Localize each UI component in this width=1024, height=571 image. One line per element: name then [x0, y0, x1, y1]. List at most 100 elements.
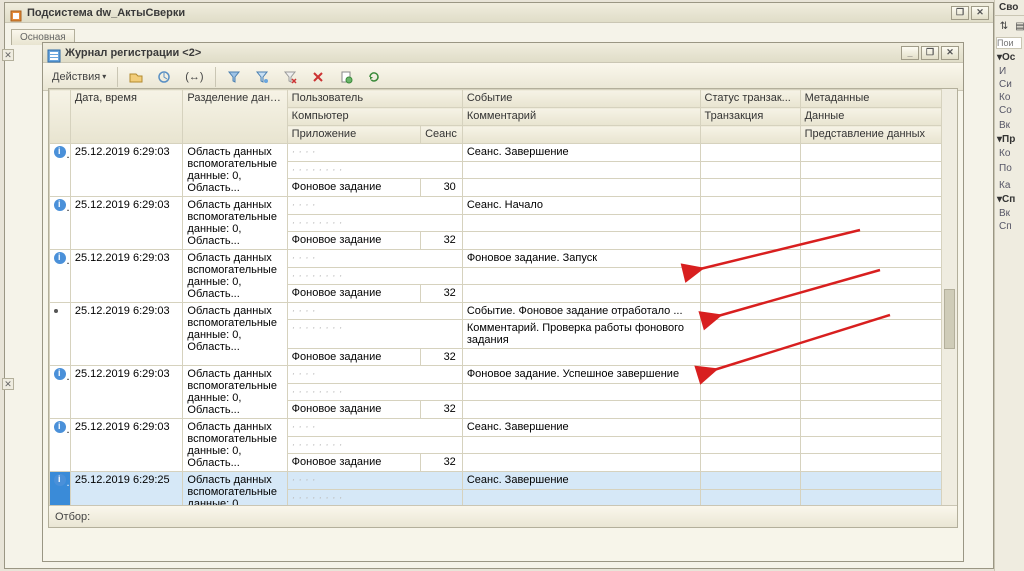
outer-close-button[interactable]: ✕: [971, 6, 989, 20]
log-restore-button[interactable]: ❐: [921, 46, 939, 60]
col-user[interactable]: Пользователь: [287, 90, 462, 108]
col-comment[interactable]: Комментарий: [462, 108, 700, 126]
col-session[interactable]: Сеанс: [421, 126, 463, 144]
toolbar-separator: [215, 67, 216, 87]
props-item[interactable]: Ка: [995, 179, 1024, 192]
cell-tx: [700, 383, 800, 401]
cell-metadata: [800, 472, 956, 490]
info-icon: [54, 474, 66, 486]
props-sort-icon[interactable]: ⇅: [997, 18, 1011, 34]
cell-comment: [462, 489, 700, 505]
cell-tx: [700, 267, 800, 285]
props-item[interactable]: Ко: [995, 91, 1024, 104]
cell-metadata: [800, 250, 956, 268]
filter-by-value-icon[interactable]: [250, 66, 274, 88]
col-partition[interactable]: Разделение данных сеанса: [183, 90, 287, 144]
props-item[interactable]: И: [995, 65, 1024, 78]
table-row[interactable]: 25.12.2019 6:29:03Область данных вспомог…: [50, 366, 957, 384]
props-filter-icon[interactable]: ▤: [1013, 18, 1024, 34]
table-row[interactable]: 25.12.2019 6:29:03Область данных вспомог…: [50, 144, 957, 162]
col-datetime[interactable]: Дата, время: [70, 90, 183, 144]
props-item[interactable]: Си: [995, 78, 1024, 91]
cell-empty: [462, 232, 700, 250]
table-row[interactable]: 25.12.2019 6:29:03Область данных вспомог…: [50, 197, 957, 215]
cell-datetime: 25.12.2019 6:29:03: [70, 250, 183, 303]
cell-dataview: [800, 401, 956, 419]
cell-user: · · · ·: [287, 419, 462, 437]
props-search-input[interactable]: [996, 37, 1022, 49]
cell-dataview: [800, 285, 956, 303]
cell-data: [800, 383, 956, 401]
vertical-scrollbar[interactable]: [941, 89, 957, 505]
cell-partition: Область данных вспомогательные данные: 0…: [183, 197, 287, 250]
table-row[interactable]: 25.12.2019 6:29:03Область данных вспомог…: [50, 250, 957, 268]
props-item[interactable]: Сп: [995, 220, 1024, 233]
props-group-header[interactable]: ▾Ос: [995, 50, 1024, 65]
log-grid[interactable]: Дата, время Разделение данных сеанса Пол…: [49, 89, 957, 505]
left-pane-close-1[interactable]: ✕: [2, 49, 14, 61]
cell-partition: Область данных вспомогательные данные: 0…: [183, 472, 287, 506]
cell-user: · · · ·: [287, 366, 462, 384]
filter-icon[interactable]: [222, 66, 246, 88]
cell-comment: [462, 383, 700, 401]
outer-restore-button[interactable]: ❐: [951, 6, 969, 20]
col-application[interactable]: Приложение: [287, 126, 420, 144]
props-item[interactable]: Со: [995, 104, 1024, 117]
props-item[interactable]: По: [995, 162, 1024, 175]
log-toolbar: Действия▾ (↔): [43, 63, 963, 91]
cell-session: 32: [421, 454, 463, 472]
refresh-icon[interactable]: [362, 66, 386, 88]
cell-txstatus: [700, 250, 800, 268]
left-pane-close-2[interactable]: ✕: [2, 378, 14, 390]
cell-datetime: 25.12.2019 6:29:03: [70, 197, 183, 250]
cell-empty: [700, 401, 800, 419]
properties-title: Сво: [995, 0, 1024, 15]
cell-application: Фоновое задание: [287, 401, 420, 419]
cell-data: [800, 267, 956, 285]
col-metadata[interactable]: Метаданные: [800, 90, 956, 108]
col-computer[interactable]: Компьютер: [287, 108, 462, 126]
cell-event: Фоновое задание. Запуск: [462, 250, 700, 268]
props-group-header[interactable]: ▾Пр: [995, 132, 1024, 147]
cell-user: · · · ·: [287, 197, 462, 215]
col-tx[interactable]: Транзакция: [700, 108, 800, 126]
props-item[interactable]: Ко: [995, 147, 1024, 160]
cell-tx: [700, 320, 800, 349]
filter-status-row: Отбор:: [49, 505, 957, 527]
refresh-interval-icon[interactable]: [152, 66, 176, 88]
cell-event: Сеанс. Завершение: [462, 472, 700, 490]
info-icon: [54, 368, 66, 380]
table-row[interactable]: 25.12.2019 6:29:03Область данных вспомог…: [50, 303, 957, 320]
scrollbar-thumb[interactable]: [944, 289, 955, 349]
open-icon[interactable]: [124, 66, 148, 88]
cell-empty: [700, 179, 800, 197]
cell-tx: [700, 436, 800, 454]
log-grid-header: Дата, время Разделение данных сеанса Пол…: [50, 90, 957, 144]
col-txstatus[interactable]: Статус транзак...: [700, 90, 800, 108]
table-row[interactable]: 25.12.2019 6:29:25Область данных вспомог…: [50, 472, 957, 490]
actions-menu-button[interactable]: Действия▾: [47, 66, 111, 88]
log-close-button[interactable]: ✕: [941, 46, 959, 60]
table-row[interactable]: 25.12.2019 6:29:03Область данных вспомог…: [50, 419, 957, 437]
cell-txstatus: [700, 144, 800, 162]
cell-event: Сеанс. Завершение: [462, 144, 700, 162]
cell-computer: · · · · · · · ·: [287, 214, 462, 232]
col-dataview[interactable]: Представление данных: [800, 126, 956, 144]
log-minimize-button[interactable]: _: [901, 46, 919, 60]
outer-titlebar: Подсистема dw_АктыСверки ❐ ✕: [5, 3, 993, 23]
delete-icon[interactable]: [306, 66, 330, 88]
col-data[interactable]: Данные: [800, 108, 956, 126]
props-group-header[interactable]: ▾Сп: [995, 192, 1024, 207]
cell-datetime: 25.12.2019 6:29:03: [70, 419, 183, 472]
clear-filter-icon[interactable]: [278, 66, 302, 88]
export-icon[interactable]: [334, 66, 358, 88]
props-item[interactable]: Вк: [995, 207, 1024, 220]
cell-datetime: 25.12.2019 6:29:03: [70, 366, 183, 419]
col-event[interactable]: Событие: [462, 90, 700, 108]
cell-txstatus: [700, 197, 800, 215]
props-item[interactable]: Вк: [995, 119, 1024, 132]
filter-brackets-icon[interactable]: (↔): [180, 66, 208, 88]
cell-application: Фоновое задание: [287, 179, 420, 197]
info-icon: [54, 252, 66, 264]
cell-session: 32: [421, 349, 463, 366]
